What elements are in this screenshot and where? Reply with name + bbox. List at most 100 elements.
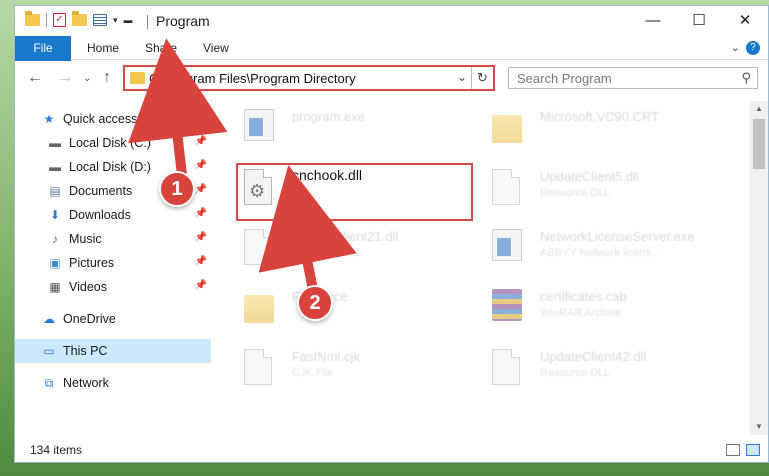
help-icon[interactable]: ?: [746, 41, 760, 55]
sidebar-item-label: Videos: [69, 280, 107, 294]
file-item[interactable]: Resource: [234, 285, 474, 331]
recent-locations-icon[interactable]: ⌄: [83, 73, 91, 84]
cloud-icon: ☁: [43, 312, 55, 326]
sidebar-item-label: Music: [69, 232, 102, 246]
sidebar-item-label: Quick access: [63, 112, 138, 126]
pin-icon[interactable]: 📌: [195, 184, 207, 195]
star-icon: ★: [43, 112, 55, 126]
file-item[interactable]: FastNml.cjk CJK File: [234, 345, 474, 391]
downloads-icon: ⬇: [49, 208, 61, 222]
window-title: Program: [156, 13, 210, 29]
window-controls: — ☐ ✕: [630, 6, 768, 36]
new-folder-icon[interactable]: [72, 11, 87, 26]
folder-icon: [130, 72, 145, 84]
navigation-pane: ★ Quick access ▬ Local Disk (C:) 📌 ▬ Loc…: [15, 101, 211, 435]
tab-share[interactable]: Share: [145, 36, 177, 60]
sidebar-item-label: Local Disk (C:): [69, 136, 151, 150]
file-type: Resource DLL: [292, 247, 363, 259]
file-type: ABBYY Network licens...: [540, 247, 661, 259]
address-bar[interactable]: C:\Program Files\Program Directory ⌄ ↻: [123, 65, 495, 91]
file-name: Microsoft.VC90.CRT: [540, 109, 659, 124]
folder-icon[interactable]: [25, 11, 40, 26]
chevron-down-icon[interactable]: ▾: [113, 15, 118, 26]
step-1-badge: 1: [159, 171, 195, 207]
dll-icon: [244, 229, 272, 265]
details-view-icon[interactable]: [726, 444, 740, 456]
step-2-badge: 2: [297, 285, 333, 321]
file-item[interactable]: Microsoft.VC90.CRT: [482, 105, 722, 151]
tab-view[interactable]: View: [203, 36, 229, 60]
scroll-up-icon[interactable]: ▲: [750, 101, 768, 117]
sidebar-item-downloads[interactable]: ⬇ Downloads 📌: [15, 203, 211, 227]
quick-access-toolbar: ✓ ▾ ▬: [25, 11, 133, 27]
forward-arrow-icon[interactable]: →: [57, 69, 73, 87]
pin-icon[interactable]: 📌: [195, 208, 207, 219]
file-list: program.exe Microsoft.VC90.CRT ⚙ cnchook…: [214, 101, 749, 435]
sidebar-item-onedrive[interactable]: ☁ OneDrive: [15, 307, 211, 331]
sidebar-item-label: OneDrive: [63, 312, 116, 326]
sidebar-item-label: Documents: [69, 184, 133, 198]
refresh-icon[interactable]: ↻: [471, 67, 493, 89]
pin-icon[interactable]: 📌: [195, 160, 207, 171]
drive-icon: ▬: [49, 136, 61, 150]
sidebar-item-local-disk-c[interactable]: ▬ Local Disk (C:) 📌: [15, 131, 211, 155]
file-item[interactable]: program.exe: [234, 105, 474, 151]
doc-icon: [244, 349, 272, 385]
address-path[interactable]: C:\Program Files\Program Directory: [149, 71, 356, 86]
highlight-box: [236, 163, 473, 221]
maximize-button[interactable]: ☐: [676, 6, 722, 36]
pin-icon[interactable]: 📌: [195, 280, 207, 291]
status-bar: 134 items: [15, 438, 768, 462]
pin-icon[interactable]: 📌: [195, 136, 207, 147]
minimize-button[interactable]: —: [630, 6, 676, 36]
file-name: certificates.cab: [540, 289, 627, 304]
expand-ribbon-icon[interactable]: ⌄: [731, 41, 740, 54]
search-box[interactable]: Search Program ⚲: [508, 67, 758, 89]
customize-toolbar-icon[interactable]: ▬: [124, 15, 133, 25]
file-name: UpdateClient5.dll: [540, 169, 640, 184]
file-item[interactable]: NetworkLicenseServer.exe ABBYY Network l…: [482, 225, 722, 271]
file-item[interactable]: UpdateClient42.dll Resource DLL: [482, 345, 722, 391]
search-input[interactable]: Search Program: [517, 71, 612, 86]
scroll-down-icon[interactable]: ▼: [750, 419, 768, 435]
file-type: WinRAR Archive: [540, 307, 622, 319]
title-bar: ✓ ▾ ▬ Program — ☐ ✕: [15, 6, 768, 36]
drive-icon: ▬: [49, 160, 61, 174]
pictures-icon: ▣: [49, 256, 61, 270]
file-type: Resource DLL: [540, 187, 611, 199]
properties-check-icon[interactable]: ✓: [53, 13, 66, 27]
file-type: CJK File: [292, 367, 334, 379]
properties-icon[interactable]: [93, 14, 107, 26]
sidebar-item-pictures[interactable]: ▣ Pictures 📌: [15, 251, 211, 275]
back-arrow-icon[interactable]: ←: [27, 69, 43, 87]
file-name: UpdateClient42.dll: [540, 349, 647, 364]
sidebar-item-this-pc[interactable]: ▭ This PC: [15, 339, 211, 363]
search-icon[interactable]: ⚲: [741, 70, 751, 86]
sidebar-item-network[interactable]: ⧉ Network: [15, 371, 211, 395]
pin-icon[interactable]: 📌: [195, 232, 207, 243]
up-arrow-icon[interactable]: ↑: [103, 69, 111, 87]
chevron-down-icon[interactable]: ⌄: [457, 70, 467, 84]
music-icon: ♪: [52, 232, 58, 246]
close-button[interactable]: ✕: [722, 6, 768, 36]
tab-home[interactable]: Home: [87, 36, 119, 60]
large-icons-view-icon[interactable]: [746, 444, 760, 456]
title-divider: [147, 15, 148, 29]
pin-icon[interactable]: 📌: [195, 256, 207, 267]
sidebar-item-label: Pictures: [69, 256, 115, 270]
computer-icon: ▭: [43, 344, 55, 358]
scroll-thumb[interactable]: [753, 119, 765, 169]
file-item[interactable]: certificates.cab WinRAR Archive: [482, 285, 722, 331]
sidebar-item-videos[interactable]: ▦ Videos 📌: [15, 275, 211, 299]
sidebar-item-quick-access[interactable]: ★ Quick access: [15, 107, 211, 131]
documents-icon: ▤: [49, 184, 61, 198]
file-item[interactable]: UpdateClient21.dll Resource DLL: [234, 225, 474, 271]
sidebar-item-music[interactable]: ♪ Music 📌: [15, 227, 211, 251]
dll-icon: [492, 349, 520, 385]
toolbar-divider: [46, 13, 47, 27]
vertical-scrollbar[interactable]: ▲ ▼: [750, 101, 768, 435]
navigation-bar: ← → ⌄ ↑ C:\Program Files\Program Directo…: [15, 61, 768, 95]
file-item[interactable]: UpdateClient5.dll Resource DLL: [482, 165, 722, 211]
ribbon-tabs: File Home Share View ⌄ ?: [15, 36, 768, 82]
folder-icon: [244, 295, 274, 323]
